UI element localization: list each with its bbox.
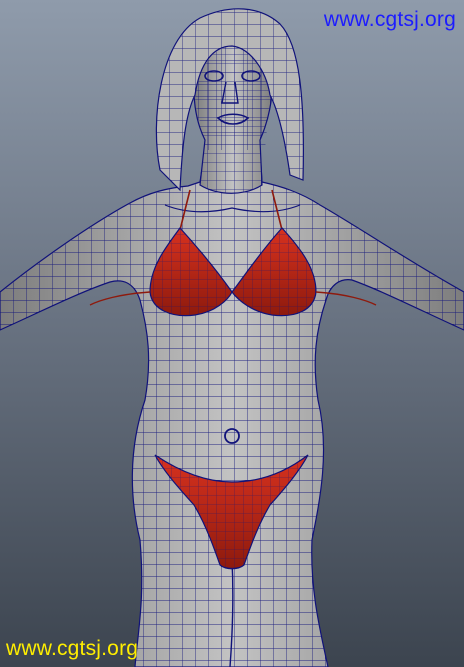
3d-viewport[interactable]: www.cgtsj.org www.cgtsj.org bbox=[0, 0, 464, 667]
watermark-bottom: www.cgtsj.org bbox=[6, 637, 139, 660]
wireframe-model[interactable] bbox=[0, 0, 464, 667]
watermark-top: www.cgtsj.org bbox=[323, 8, 456, 31]
